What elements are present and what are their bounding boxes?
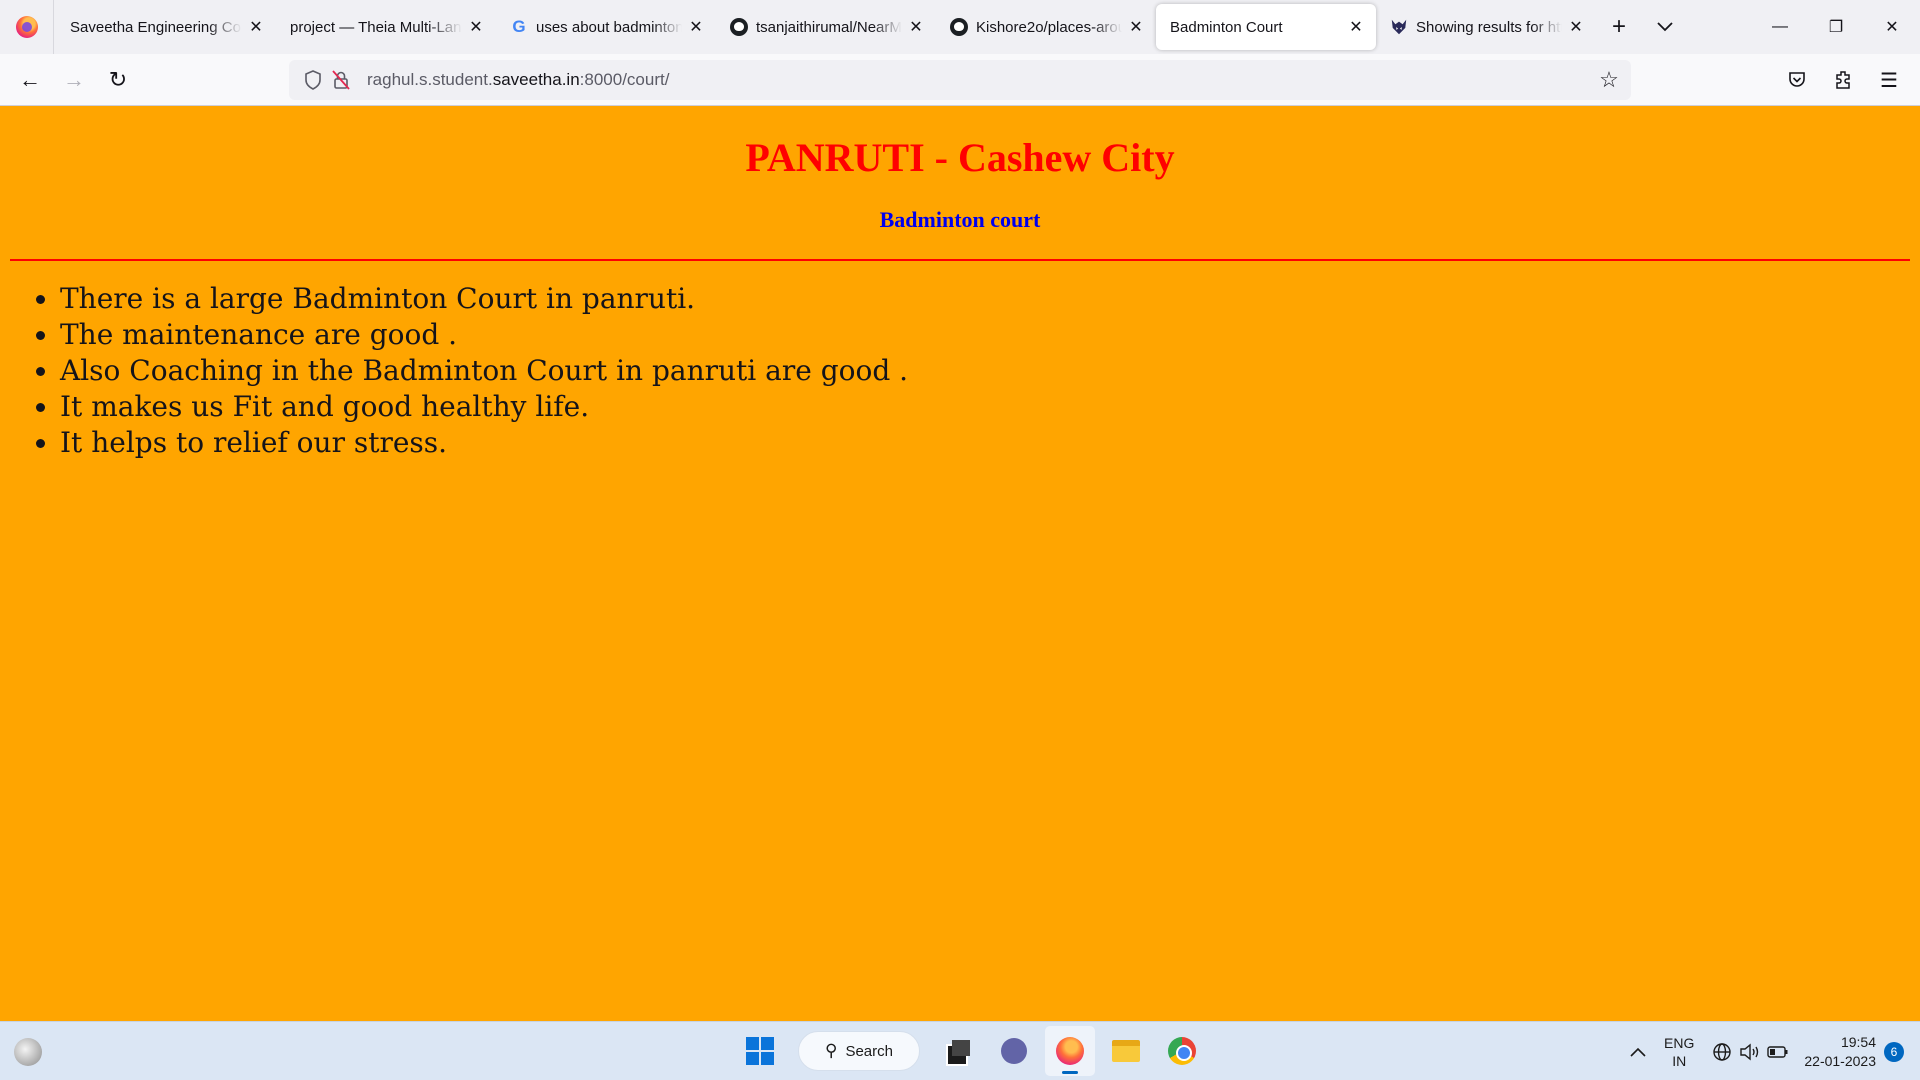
list-item: Also Coaching in the Badminton Court in …: [60, 353, 1920, 389]
chrome-icon: [1168, 1037, 1196, 1065]
url-host: saveetha.in: [492, 70, 580, 89]
search-icon: ⚲: [825, 1041, 838, 1060]
region-code: IN: [1672, 1052, 1687, 1069]
clock-date: 22-01-2023: [1804, 1052, 1876, 1069]
close-icon[interactable]: ✕: [466, 17, 486, 37]
taskbar-file-explorer[interactable]: [1101, 1026, 1151, 1076]
page-title: PANRUTI - Cashew City: [745, 135, 1175, 180]
taskbar-chrome[interactable]: [1157, 1026, 1207, 1076]
tab-google-search[interactable]: G uses about badminton ✕: [496, 4, 716, 50]
clock[interactable]: 19:54 22-01-2023: [1804, 1033, 1876, 1071]
url-text[interactable]: raghul.s.student.saveetha.in:8000/court/: [367, 70, 669, 90]
start-button[interactable]: [735, 1026, 785, 1076]
close-icon[interactable]: ✕: [686, 17, 706, 37]
weather-widget-icon[interactable]: [14, 1038, 42, 1066]
page-subtitle: Badminton court: [879, 207, 1041, 232]
github-icon: [730, 18, 748, 36]
firefox-view-button[interactable]: [0, 0, 54, 54]
list-item: There is a large Badminton Court in panr…: [60, 281, 1920, 317]
taskbar: ⚲ Search ENG IN 19:54 22-01-2023 6: [0, 1021, 1920, 1080]
tab-github-nearme[interactable]: tsanjaithirumal/NearMe ✕: [716, 4, 936, 50]
language-code: ENG: [1664, 1034, 1695, 1051]
insecure-lock-icon[interactable]: [327, 66, 355, 94]
pocket-icon[interactable]: [1774, 60, 1820, 100]
volume-icon[interactable]: [1736, 1032, 1764, 1072]
window-controls: — ❐ ✕: [1752, 0, 1920, 54]
tab-title: Showing results for http: [1416, 18, 1562, 36]
close-window-button[interactable]: ✕: [1864, 0, 1920, 54]
task-view-icon: [946, 1040, 970, 1066]
navigation-toolbar: ← → ↻ raghul.s.student.saveetha.in:8000/…: [0, 54, 1920, 106]
language-indicator[interactable]: ENG IN: [1664, 1034, 1694, 1070]
battery-icon[interactable]: [1764, 1032, 1792, 1072]
menu-icon[interactable]: ☰: [1866, 60, 1912, 100]
wolf-icon: [1390, 18, 1408, 36]
tab-showing-results[interactable]: Showing results for http ✕: [1376, 4, 1596, 50]
network-icon[interactable]: [1708, 1032, 1736, 1072]
reload-button[interactable]: ↻: [96, 60, 140, 100]
url-bar[interactable]: raghul.s.student.saveetha.in:8000/court/…: [289, 60, 1631, 100]
close-icon[interactable]: ✕: [1346, 17, 1366, 37]
tab-title: Kishore2o/places-around: [976, 18, 1122, 36]
url-prefix: raghul.s.student.: [367, 70, 493, 89]
list-item: It helps to relief our stress.: [60, 425, 1920, 461]
tab-title: Badminton Court: [1170, 18, 1283, 36]
task-view-button[interactable]: [933, 1026, 983, 1076]
folder-icon: [1112, 1040, 1140, 1062]
toolbar-right: ☰: [1774, 60, 1912, 100]
chat-icon: [1001, 1038, 1027, 1064]
github-icon: [950, 18, 968, 36]
tab-github-places[interactable]: Kishore2o/places-around ✕: [936, 4, 1156, 50]
extensions-icon[interactable]: [1820, 60, 1866, 100]
tab-title: uses about badminton: [536, 18, 682, 36]
list-item: The maintenance are good .: [60, 317, 1920, 353]
horizontal-rule: [10, 259, 1910, 261]
close-icon[interactable]: ✕: [1126, 17, 1146, 37]
windows-icon: [746, 1037, 774, 1065]
back-button[interactable]: ←: [8, 60, 52, 100]
clock-time: 19:54: [1840, 1033, 1876, 1050]
tab-theia-project[interactable]: project — Theia Multi-Lan ✕: [276, 4, 496, 50]
list-all-tabs-button[interactable]: [1642, 4, 1688, 50]
chevron-up-icon[interactable]: [1624, 1032, 1652, 1072]
forward-button[interactable]: →: [52, 60, 96, 100]
firefox-icon: [1056, 1037, 1084, 1065]
tab-list: Saveetha Engineering Colle ✕ project — T…: [54, 0, 1688, 54]
tracking-protection-icon[interactable]: [299, 66, 327, 94]
tab-title: Saveetha Engineering Colle: [70, 18, 242, 36]
taskbar-apps: ⚲ Search: [732, 1026, 1210, 1076]
taskbar-search[interactable]: ⚲ Search: [798, 1031, 920, 1071]
list-item: It makes us Fit and good healthy life.: [60, 389, 1920, 425]
firefox-icon: [15, 16, 38, 38]
restore-button[interactable]: ❐: [1808, 0, 1864, 54]
taskbar-firefox[interactable]: [1045, 1026, 1095, 1076]
google-icon: G: [512, 17, 526, 36]
tab-saveetha[interactable]: Saveetha Engineering Colle ✕: [56, 4, 276, 50]
tab-badminton-court[interactable]: Badminton Court ✕: [1156, 4, 1376, 50]
minimize-button[interactable]: —: [1752, 0, 1808, 54]
chat-button[interactable]: [989, 1026, 1039, 1076]
close-icon[interactable]: ✕: [246, 17, 266, 37]
close-icon[interactable]: ✕: [906, 17, 926, 37]
close-icon[interactable]: ✕: [1566, 17, 1586, 37]
tab-strip: Saveetha Engineering Colle ✕ project — T…: [0, 0, 1920, 54]
tab-title: project — Theia Multi-Lan: [290, 18, 462, 36]
tab-title: tsanjaithirumal/NearMe: [756, 18, 902, 36]
url-path: :8000/court/: [579, 70, 670, 89]
new-tab-button[interactable]: +: [1596, 4, 1642, 50]
page-content: PANRUTI - Cashew City Badminton court Th…: [0, 106, 1920, 1021]
system-tray: ENG IN 19:54 22-01-2023 6: [1624, 1022, 1920, 1080]
chevron-down-icon: [1657, 22, 1673, 32]
bookmark-star-icon[interactable]: ☆: [1595, 66, 1623, 94]
search-label: Search: [845, 1042, 893, 1060]
notification-badge[interactable]: 6: [1884, 1041, 1904, 1062]
feature-list: There is a large Badminton Court in panr…: [60, 281, 1920, 461]
